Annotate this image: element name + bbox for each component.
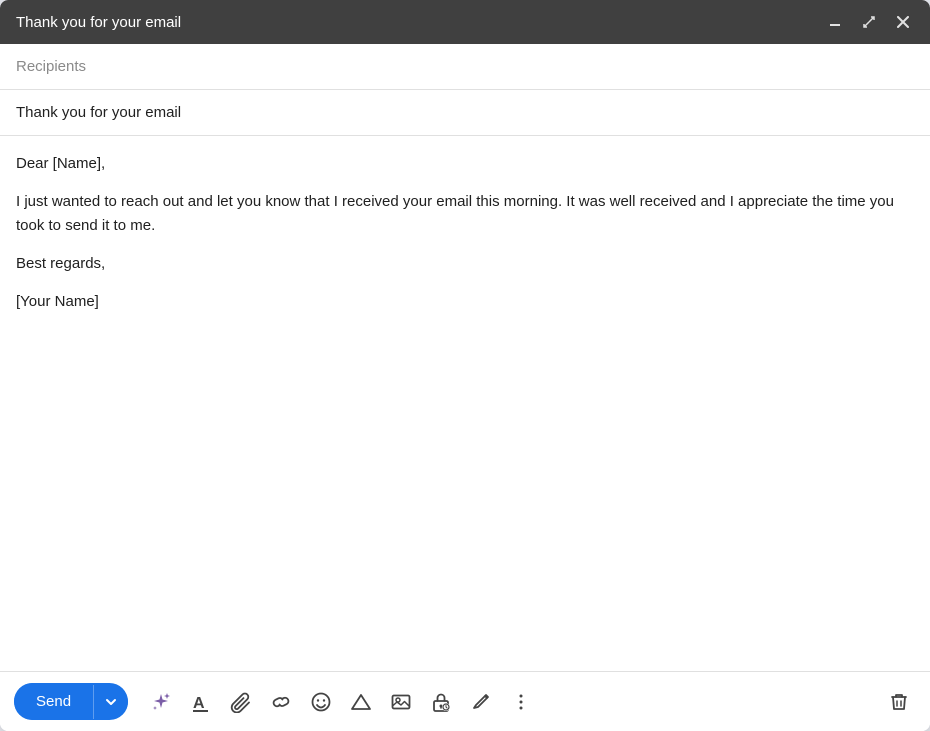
attach-file-button[interactable] <box>224 685 258 719</box>
recipients-row[interactable]: Recipients <box>0 44 930 90</box>
compose-header: Thank you for your email <box>0 0 930 44</box>
delete-button[interactable] <box>882 685 916 719</box>
minimize-button[interactable] <box>824 13 846 31</box>
format-text-button[interactable]: A <box>184 685 218 719</box>
compose-body[interactable]: Dear [Name], I just wanted to reach out … <box>0 136 930 671</box>
body-signature: [Your Name] <box>16 290 914 314</box>
subject-row[interactable]: Thank you for your email <box>0 90 930 136</box>
send-dropdown-button[interactable] <box>93 685 128 719</box>
body-regards: Best regards, <box>16 252 914 276</box>
header-actions <box>824 13 914 31</box>
close-button[interactable] <box>892 13 914 31</box>
emoji-button[interactable] <box>304 685 338 719</box>
subject-text: Thank you for your email <box>16 104 181 121</box>
recipients-placeholder: Recipients <box>16 58 86 75</box>
insert-photo-button[interactable] <box>384 685 418 719</box>
signature-button[interactable] <box>464 685 498 719</box>
svg-text:A: A <box>193 695 205 712</box>
compose-toolbar: Send A <box>0 671 930 731</box>
confidential-button[interactable] <box>424 685 458 719</box>
insert-drive-button[interactable] <box>344 685 378 719</box>
send-button-group: Send <box>14 683 128 720</box>
insert-link-button[interactable] <box>264 685 298 719</box>
body-salutation: Dear [Name], <box>16 152 914 176</box>
compose-title: Thank you for your email <box>16 14 181 31</box>
send-button[interactable]: Send <box>14 683 93 720</box>
compose-window: Thank you for your email <box>0 0 930 731</box>
expand-button[interactable] <box>858 13 880 31</box>
more-options-button[interactable] <box>504 685 538 719</box>
ai-button[interactable] <box>144 685 178 719</box>
body-main-text: I just wanted to reach out and let you k… <box>16 190 914 238</box>
